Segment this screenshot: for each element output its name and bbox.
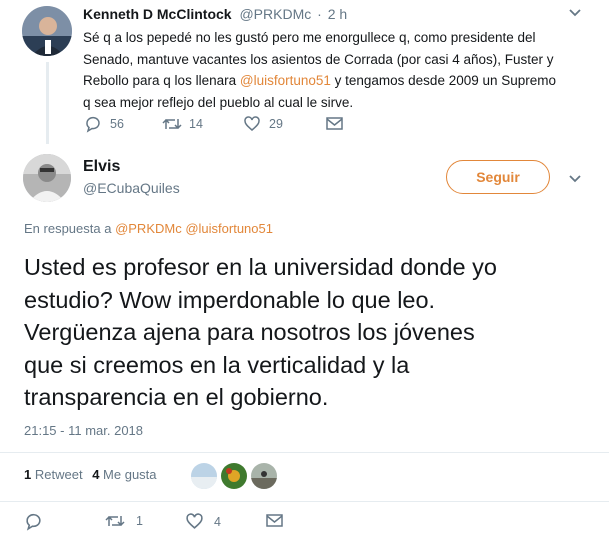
liker-avatars xyxy=(190,462,278,490)
like-stat-count: 4 xyxy=(92,467,100,482)
dm-action[interactable] xyxy=(266,513,283,528)
retweet-icon xyxy=(161,115,183,133)
separator-dot: · xyxy=(317,6,322,22)
reply-count: 56 xyxy=(110,117,124,131)
parent-reply-action[interactable]: 56 xyxy=(84,115,124,133)
reply-icon xyxy=(84,115,102,133)
liker-avatar[interactable] xyxy=(190,462,218,490)
author-handle[interactable]: @ECubaQuiles xyxy=(83,180,180,196)
tweet-text-line: estudio? Wow imperdonable lo que leo. xyxy=(24,286,436,313)
parent-text-line: Senado, mantuve vacantes los asientos de… xyxy=(83,51,554,67)
parent-text-segment: y tengamos desde 2009 un Supremo xyxy=(330,73,557,88)
reply-mention-2[interactable]: @luisfortuno51 xyxy=(185,221,273,236)
tweet-text-line: Usted es profesor en la universidad dond… xyxy=(24,254,497,280)
like-count: 29 xyxy=(269,117,283,131)
liker-avatar[interactable] xyxy=(250,462,278,490)
retweet-stat-label: Retweet xyxy=(34,467,83,482)
parent-text-line: Sé q a los pepedé no les gustó pero me e… xyxy=(83,30,536,45)
parent-tweet-menu-chevron-icon[interactable] xyxy=(568,8,582,18)
parent-tweet-header: Kenneth D McClintock @PRKDMc · 2 h xyxy=(83,6,347,22)
envelope-icon xyxy=(266,513,283,528)
parent-tweet-time[interactable]: 2 h xyxy=(328,6,347,22)
heart-icon xyxy=(185,512,204,531)
author-avatar[interactable] xyxy=(23,154,71,202)
tweet-menu-chevron-icon[interactable] xyxy=(568,174,582,184)
retweet-icon xyxy=(104,512,126,530)
divider xyxy=(0,501,609,502)
reply-icon xyxy=(24,512,43,531)
thread-line xyxy=(46,62,49,144)
envelope-icon xyxy=(326,116,343,131)
like-stat[interactable]: 4 Me gusta xyxy=(92,467,156,482)
tweet-text-line: transparencia en el gobierno. xyxy=(24,384,329,410)
reply-prefix: En respuesta a xyxy=(24,221,116,236)
liker-avatar[interactable] xyxy=(220,462,248,490)
parent-tweet-actions: 56 14 29 xyxy=(84,115,364,135)
mention-link[interactable]: @luisfortuno51 xyxy=(240,73,331,88)
parent-dm-action[interactable] xyxy=(326,116,343,131)
like-stat-label: Me gusta xyxy=(103,467,157,482)
parent-text-line: Rebollo para q los llenara @luisfortuno5… xyxy=(83,70,593,92)
parent-author-handle[interactable]: @PRKDMc xyxy=(239,6,311,22)
tweet-stats: 1 Retweet 4 Me gusta xyxy=(24,467,157,482)
reply-mention-1[interactable]: @PRKDMc xyxy=(115,221,182,236)
parent-tweet-text: Sé q a los pepedé no les gustó pero me e… xyxy=(83,27,593,113)
tweet-actions: 1 4 xyxy=(24,512,294,532)
tweet-text: Usted es profesor en la universidad dond… xyxy=(24,251,594,414)
reply-context: En respuesta a @PRKDMc @luisfortuno51 xyxy=(24,221,273,236)
retweet-stat-count: 1 xyxy=(24,467,32,482)
tweet-text-line: que si creemos en la verticalidad y la xyxy=(24,351,410,378)
retweet-count: 14 xyxy=(189,117,203,131)
parent-text-line: q sea mejor reflejo del pueblo al cual l… xyxy=(83,94,354,110)
parent-like-action[interactable]: 29 xyxy=(243,115,283,133)
retweet-action[interactable]: 1 xyxy=(104,512,143,530)
parent-text-segment: Rebollo para q los llenara xyxy=(83,73,240,88)
parent-author-name[interactable]: Kenneth D McClintock xyxy=(83,6,232,22)
divider xyxy=(0,452,609,453)
like-count: 4 xyxy=(214,514,221,529)
retweet-count: 1 xyxy=(136,514,143,528)
reply-action[interactable] xyxy=(24,512,43,531)
follow-button[interactable]: Seguir xyxy=(446,160,550,194)
tweet-text-line: Vergüenza ajena para nosotros los jóvene… xyxy=(24,319,475,345)
tweet-timestamp[interactable]: 21:15 - 11 mar. 2018 xyxy=(24,423,143,438)
parent-retweet-action[interactable]: 14 xyxy=(161,115,203,133)
like-action[interactable]: 4 xyxy=(185,512,221,531)
parent-author-avatar[interactable] xyxy=(22,6,72,56)
author-name[interactable]: Elvis xyxy=(83,158,120,176)
retweet-stat[interactable]: 1 Retweet xyxy=(24,467,86,482)
heart-icon xyxy=(243,115,261,133)
